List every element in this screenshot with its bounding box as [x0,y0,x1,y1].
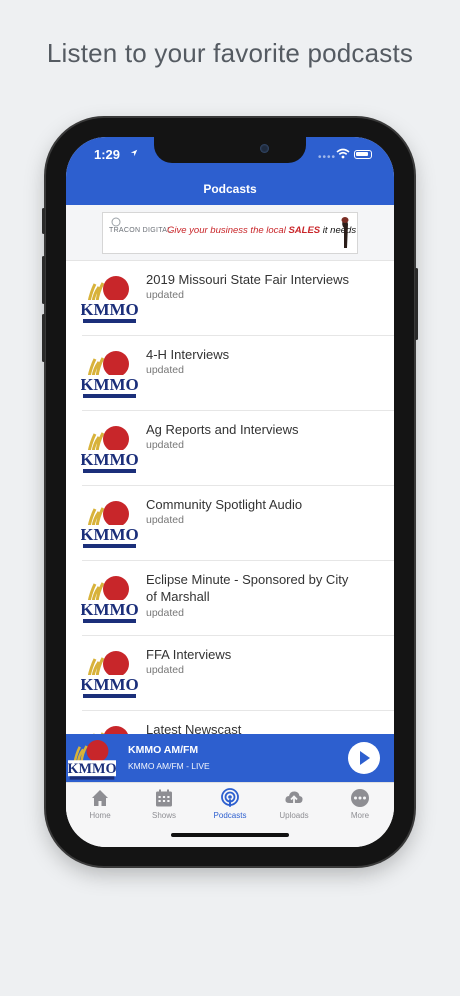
podcast-row[interactable]: KMMO Community Spotlight Audio updated [66,486,394,561]
svg-text:KMMO: KMMO [81,375,138,394]
svg-text:KMMO: KMMO [68,761,116,777]
kmmo-logo: KMMO [81,576,138,623]
svg-text:KMMO: KMMO [81,600,138,619]
tab-uploads[interactable]: Uploads [264,788,324,828]
kmmo-logo: KMMO [81,276,138,323]
phone-frame: 1:29 •••• Podcasts TRACON DIGITAL Give y… [42,118,418,866]
mute-switch [42,208,45,234]
podcast-row[interactable]: KMMO FFA Interviews updated [66,636,394,711]
tab-bar: Home Shows Podcasts Uploads More [66,782,394,847]
tab-home[interactable]: Home [70,788,130,828]
ad-tagline-part3: SALES [288,225,321,236]
svg-text:KMMO: KMMO [81,525,138,544]
wifi-icon [336,148,350,159]
kmmo-logo: KMMO [81,426,138,473]
podcast-title: Latest Newscast [146,722,242,735]
now-playing-bar[interactable]: KMMO KMMO AM/FM KMMO AM/FM - LIVE [66,734,394,782]
podcast-status: updated [146,439,184,451]
player-title: KMMO AM/FM [128,744,199,756]
status-time: 1:29 [94,147,121,162]
battery-icon [354,150,372,159]
podcast-status: updated [146,364,184,376]
tab-label: More [350,811,370,820]
volume-down-button [42,314,45,362]
page-title: Podcasts [203,182,257,196]
ad-banner-area: TRACON DIGITAL Give your business the lo… [66,205,394,261]
ad-figure-image [341,217,349,248]
ad-tagline: Give your business the local SALES it ne… [167,225,356,236]
podcast-status: updated [146,664,184,676]
phone-screen: 1:29 •••• Podcasts TRACON DIGITAL Give y… [66,137,394,847]
tab-label: Podcasts [213,811,247,820]
ad-banner[interactable]: TRACON DIGITAL Give your business the lo… [102,212,358,254]
podcast-title: Ag Reports and Interviews [146,422,299,437]
podcast-title: Eclipse Minute - Sponsored by City of Ma… [146,572,349,604]
tab-podcasts[interactable]: Podcasts [200,788,260,828]
podcast-title: Community Spotlight Audio [146,497,303,512]
calendar-icon [156,789,172,807]
kmmo-logo: KMMO [81,351,138,398]
podcast-icon [221,788,239,807]
podcast-row[interactable]: KMMO Latest Newscast updated [66,711,394,735]
podcast-title: 4-H Interviews [146,347,230,362]
play-button[interactable] [348,742,380,774]
podcast-status: updated [146,289,184,301]
power-button [415,268,418,340]
podcast-title: 2019 Missouri State Fair Interviews [146,272,350,287]
tab-label: Home [89,811,111,820]
home-icon [92,790,108,806]
tab-label: Shows [151,811,176,820]
kmmo-logo: KMMO [81,501,138,548]
location-arrow-icon [130,149,138,157]
podcast-row[interactable]: KMMO Ag Reports and Interviews updated [66,411,394,486]
kmmo-logo: KMMO [68,740,116,780]
tab-label: Uploads [279,811,309,820]
svg-text:KMMO: KMMO [81,675,138,694]
ad-tagline-part2: business the local [210,225,286,236]
front-camera [260,144,269,153]
podcast-row[interactable]: KMMO 4-H Interviews updated [66,336,394,411]
podcast-list: KMMO 2019 Missouri State Fair Interviews… [66,261,394,735]
notch [154,137,306,163]
kmmo-logo: KMMO [81,651,138,698]
ad-tagline-part1: Give your [167,225,208,236]
more-icon [351,789,369,807]
player-subtitle: KMMO AM/FM - LIVE [128,761,210,771]
nav-bar: Podcasts [66,177,394,205]
ad-brand: TRACON DIGITAL [109,227,172,234]
podcast-title: FFA Interviews [146,647,232,662]
podcast-row[interactable]: KMMO 2019 Missouri State Fair Interviews… [66,261,394,336]
volume-up-button [42,256,45,304]
tracon-logo-icon [111,217,121,227]
tab-shows[interactable]: Shows [134,788,194,828]
home-indicator [171,833,289,837]
cloud-upload-icon [285,791,303,805]
podcast-status: updated [146,607,184,619]
play-icon [360,751,370,765]
podcast-status: updated [146,514,184,526]
podcast-row[interactable]: KMMO Eclipse Minute - Sponsored by City … [66,561,394,636]
svg-text:KMMO: KMMO [81,450,138,469]
cellular-signal-icon: •••• [318,152,337,163]
svg-text:KMMO: KMMO [81,300,138,319]
promo-headline: Listen to your favorite podcasts [46,38,414,68]
tab-more[interactable]: More [330,788,390,828]
